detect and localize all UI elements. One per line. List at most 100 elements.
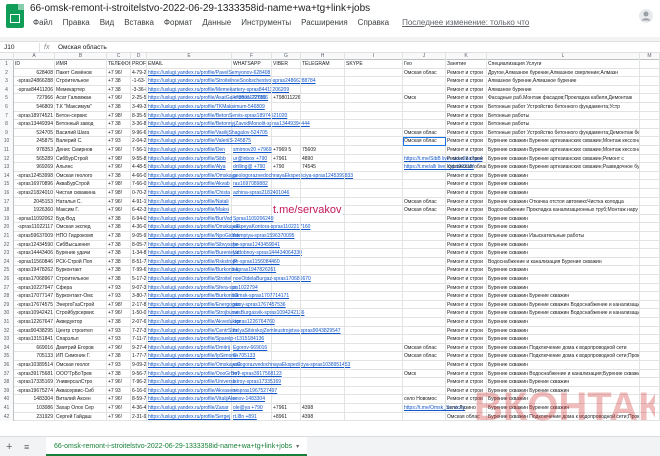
table-cell[interactable]: [640, 180, 660, 189]
table-cell[interactable]: +7 38: [107, 223, 131, 232]
table-cell[interactable]: +790: [272, 163, 301, 172]
table-cell[interactable]: rt.l8n +891: [232, 412, 272, 422]
table-cell[interactable]: Бурение скважин Бурение скважин: [487, 292, 640, 301]
table-cell[interactable]: https://uslugi.yandex.ru/profile/Sergej: [147, 412, 232, 422]
table-cell[interactable]: Омская облас: [403, 352, 446, 361]
table-cell[interactable]: Пакет Семёнов: [55, 68, 107, 78]
table-cell[interactable]: 969269: [14, 163, 55, 172]
table-cell[interactable]: [403, 361, 446, 370]
table-cell[interactable]: [403, 300, 446, 310]
table-cell[interactable]: https://uslugi.yandex.ru/profile/Burenie…: [147, 249, 239, 258]
table-cell[interactable]: https://t.me/alli live: cid.d99215f: [403, 163, 474, 172]
table-cell[interactable]: [345, 240, 403, 250]
table-cell[interactable]: [345, 197, 403, 207]
table-cell[interactable]: [272, 189, 301, 198]
table-cell[interactable]: Бетонные работы: [487, 111, 640, 121]
table-cell[interactable]: +8961: [272, 412, 301, 422]
table-cell[interactable]: Бурение скважин Бурение артезианских скв…: [487, 146, 640, 155]
table-cell[interactable]: Омская облас: [403, 137, 446, 146]
table-cell[interactable]: [301, 275, 345, 284]
table-cell[interactable]: Омская экспед: [55, 223, 107, 232]
table-cell[interactable]: [403, 120, 446, 129]
table-cell[interactable]: Ремонт и строи: [446, 318, 487, 327]
table-cell[interactable]: [301, 137, 345, 146]
table-cell[interactable]: [403, 85, 446, 95]
table-cell[interactable]: +7 96!: [107, 128, 131, 138]
table-cell[interactable]: Ремонт и строи: [446, 223, 487, 232]
table-cell[interactable]: [272, 309, 301, 318]
table-cell[interactable]: Асат Галимжан: [55, 94, 107, 103]
table-cell[interactable]: Чистая скважина: [55, 189, 107, 198]
table-cell[interactable]: [640, 300, 660, 310]
table-cell[interactable]: [640, 189, 660, 198]
table-cell[interactable]: 4-91-1: [131, 197, 147, 207]
table-cell[interactable]: https://uslugi.yandex.ru/profile/Univers…: [147, 378, 236, 387]
table-cell[interactable]: +7 38: [107, 103, 131, 112]
table-cell[interactable]: 2-31-9: [131, 412, 147, 422]
table-cell[interactable]: G-705133: [232, 352, 272, 361]
table-cell[interactable]: Алмазное бурение,Алмазное бурение: [487, 77, 640, 86]
table-cell[interactable]: [403, 318, 446, 327]
table-cell[interactable]: [272, 111, 301, 121]
table-cell[interactable]: https://uslugi.yandex.ru/profile/Burkont…: [147, 266, 238, 275]
table-cell[interactable]: -spras10942421: [14, 309, 55, 318]
table-cell[interactable]: https://uslugi.yandex.ru/profile/Valerii…: [147, 137, 251, 146]
table-cell[interactable]: [301, 343, 345, 353]
table-cell[interactable]: Другое,Алмазное бурение,Алмазное сверлен…: [487, 68, 640, 78]
table-cell[interactable]: Ремонт и строи: [446, 266, 487, 275]
table-cell[interactable]: Ремонт и строи: [446, 111, 487, 121]
table-cell[interactable]: https://uslugi.yandex.ru/profile/Sibb: [147, 154, 232, 164]
table-cell[interactable]: [345, 85, 403, 95]
table-cell[interactable]: Ремонт и строи: [446, 352, 487, 361]
table-cell[interactable]: [345, 111, 403, 121]
table-cell[interactable]: 1-34-8: [131, 249, 147, 258]
table-cell[interactable]: [345, 335, 403, 344]
table-cell[interactable]: https://uslugi.yandex.ru/profile/Stroite…: [147, 77, 316, 86]
table-cell[interactable]: [272, 171, 301, 181]
table-cell[interactable]: +7 96!: [107, 395, 131, 404]
row-number[interactable]: 42: [0, 412, 14, 422]
table-cell[interactable]: [345, 171, 403, 181]
table-cell[interactable]: Курганская облас: [446, 163, 487, 172]
table-cell[interactable]: 9-09-2: [131, 361, 147, 370]
table-cell[interactable]: Ремонт и строи: [446, 154, 487, 164]
table-cell[interactable]: [640, 343, 660, 353]
table-cell[interactable]: [345, 300, 403, 310]
table-cell[interactable]: 7-27-3: [131, 326, 147, 336]
table-cell[interactable]: [232, 128, 272, 138]
table-cell[interactable]: Аквасервис-Сиб: [55, 386, 107, 396]
column-header[interactable]: C: [107, 53, 131, 60]
table-cell[interactable]: +79801122655: [232, 94, 272, 103]
table-cell[interactable]: Бурение скважин Бурение скважин Водоснаб…: [487, 300, 640, 310]
table-cell[interactable]: +7 38: [107, 77, 131, 86]
table-cell[interactable]: [301, 111, 345, 121]
table-cell[interactable]: +7 38: [107, 240, 131, 250]
row-number[interactable]: 32: [0, 326, 14, 336]
table-cell[interactable]: [301, 378, 345, 387]
table-cell[interactable]: Водоснабжение Прокладка канализационных …: [487, 206, 640, 215]
table-cell[interactable]: 2-04-2: [131, 137, 147, 146]
table-cell[interactable]: +7961: [272, 404, 301, 413]
row-number[interactable]: 40: [0, 395, 14, 404]
table-cell[interactable]: [272, 68, 301, 78]
table-cell[interactable]: -1-63-7: [131, 77, 147, 86]
row-number[interactable]: 24: [0, 257, 14, 267]
column-title-cell[interactable]: EMAIL: [147, 60, 232, 69]
table-cell[interactable]: [640, 146, 660, 155]
table-cell[interactable]: [232, 120, 272, 129]
table-cell[interactable]: [301, 352, 345, 361]
table-cell[interactable]: Ремонт и строи: [446, 214, 487, 224]
table-cell[interactable]: Спарэльп: [55, 335, 107, 344]
table-cell[interactable]: Ремонт и строи: [446, 283, 487, 293]
table-cell[interactable]: +7 96!: [107, 378, 131, 387]
table-cell[interactable]: 75609: [301, 146, 345, 155]
table-cell[interactable]: Ремонт и строи: [446, 77, 487, 86]
table-cell[interactable]: [301, 249, 345, 258]
table-cell[interactable]: [403, 77, 446, 86]
table-cell[interactable]: [640, 223, 660, 232]
table-cell[interactable]: 0-70-2: [131, 189, 147, 198]
table-cell[interactable]: 7-66-0: [131, 180, 147, 189]
table-cell[interactable]: Омская облас: [403, 128, 446, 138]
table-cell[interactable]: 4398: [301, 404, 345, 413]
table-cell[interactable]: https://uslugi.yandex.ru/profile/Betonny…: [147, 120, 310, 129]
